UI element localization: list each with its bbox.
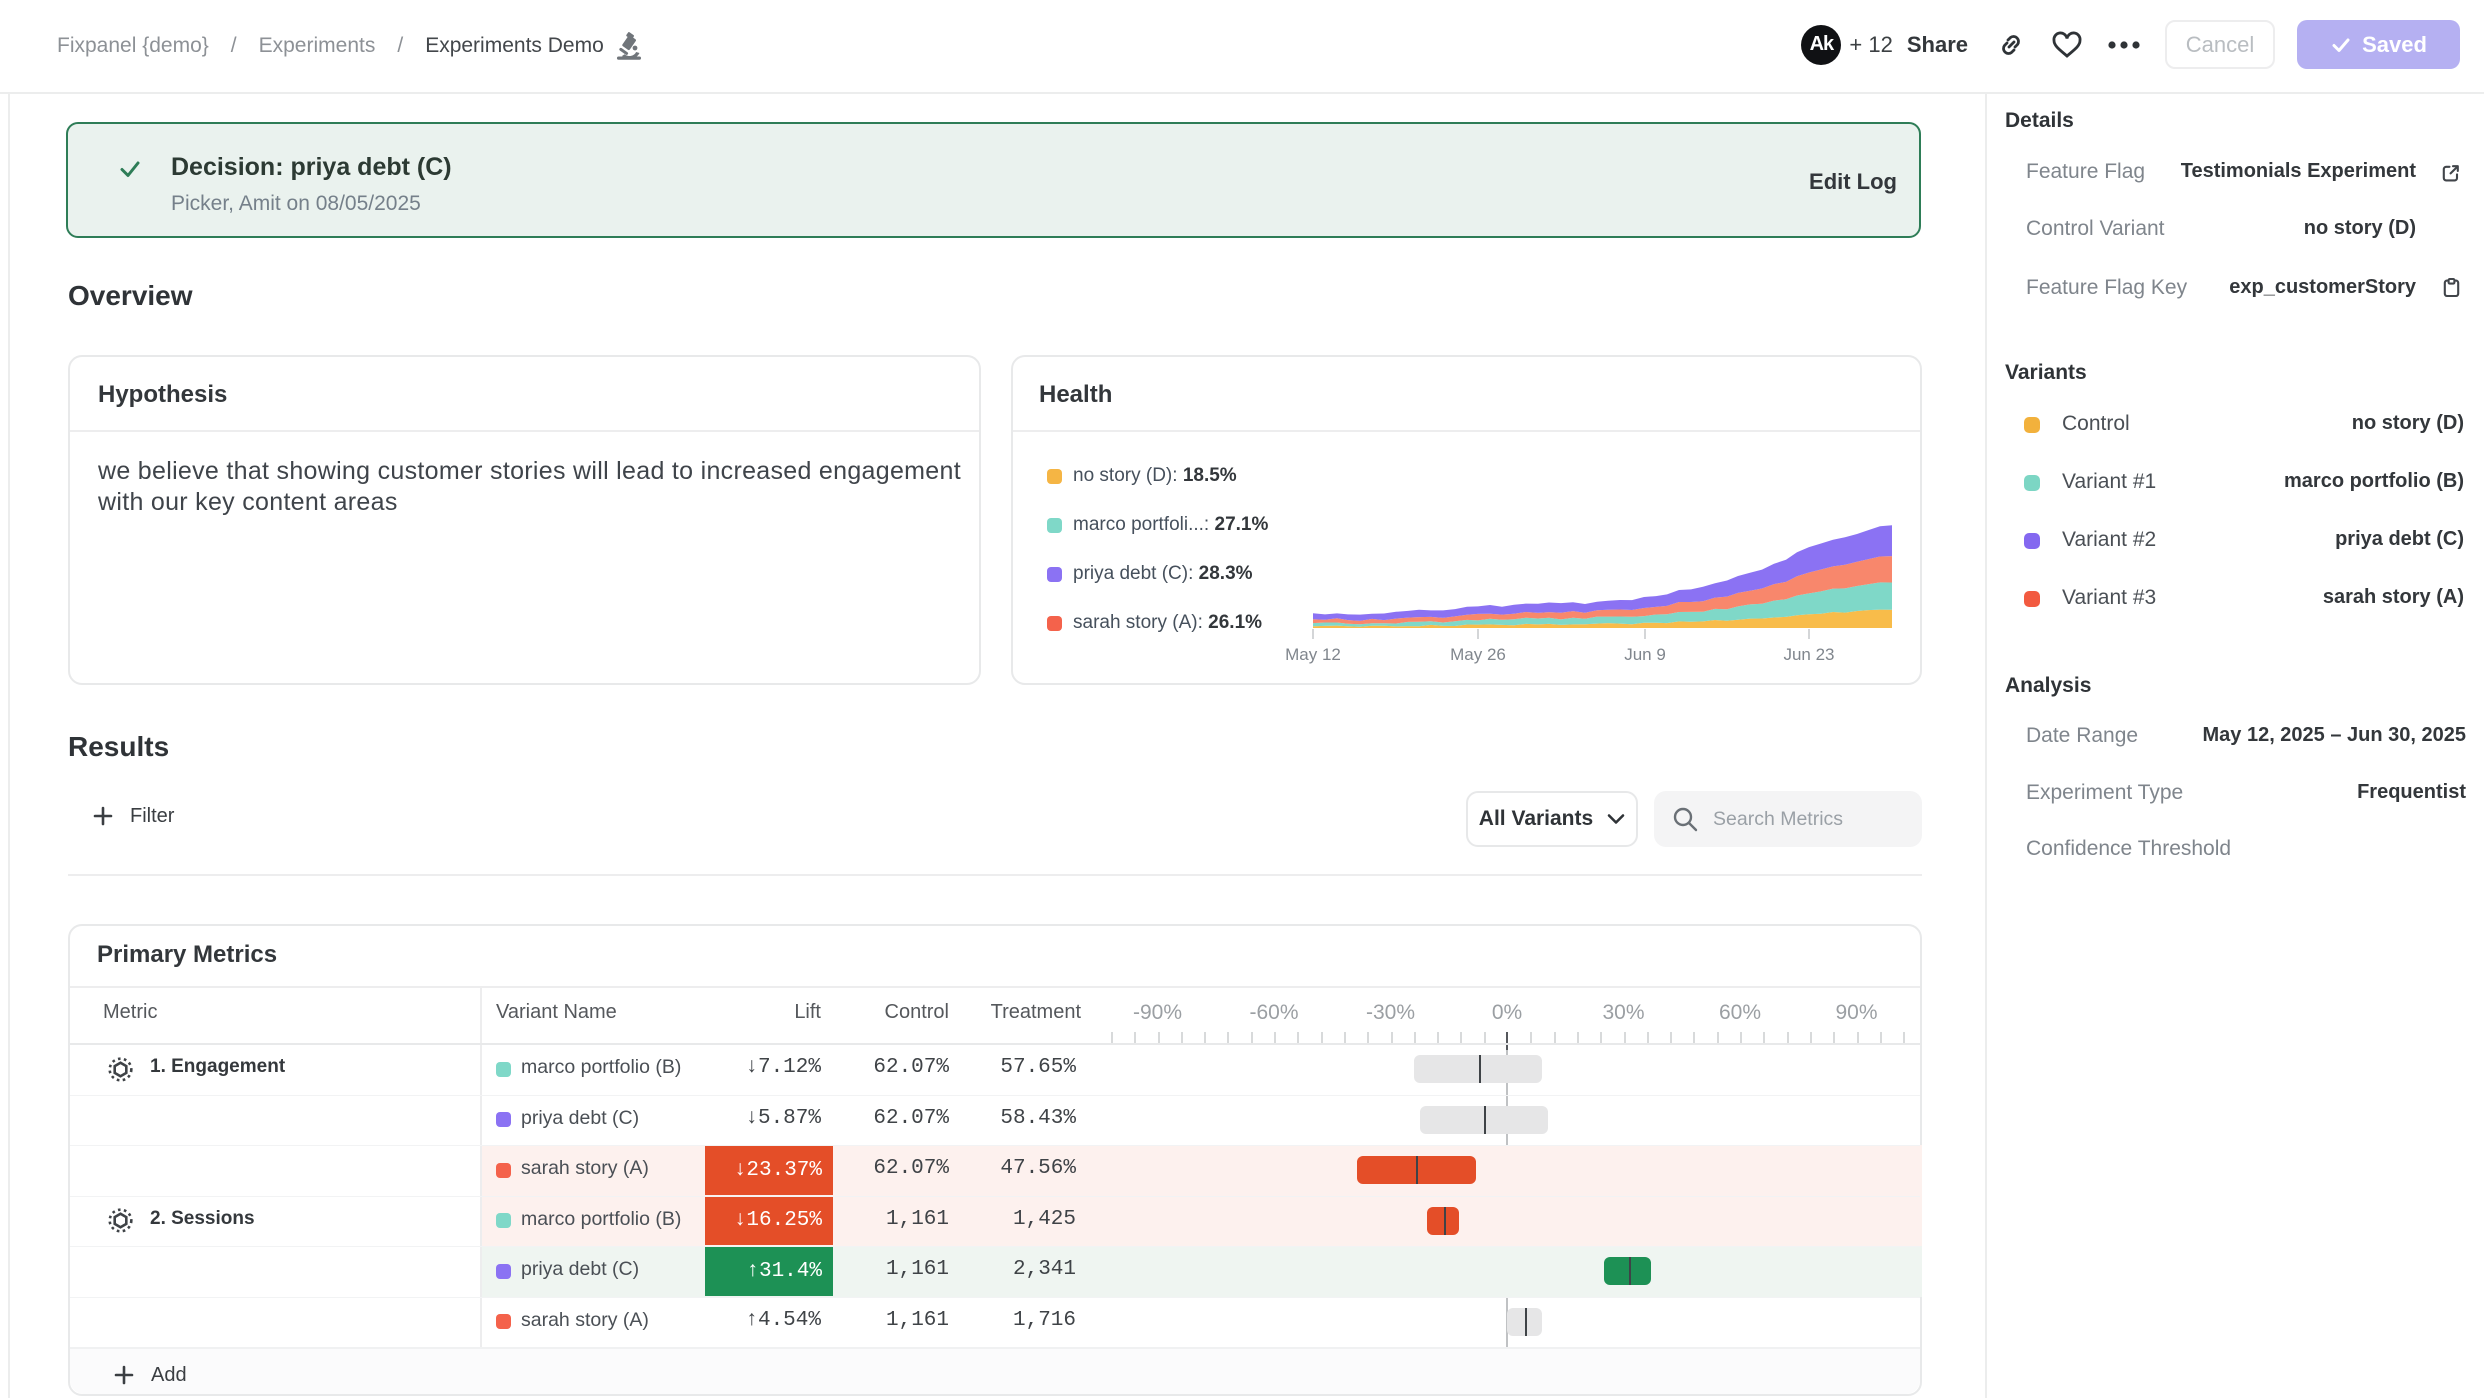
svg-text:May 26: May 26: [1450, 645, 1506, 664]
svg-text:Jun 9: Jun 9: [1624, 645, 1666, 664]
svg-text:Jun 23: Jun 23: [1783, 645, 1834, 664]
svg-text:May 12: May 12: [1285, 645, 1341, 664]
